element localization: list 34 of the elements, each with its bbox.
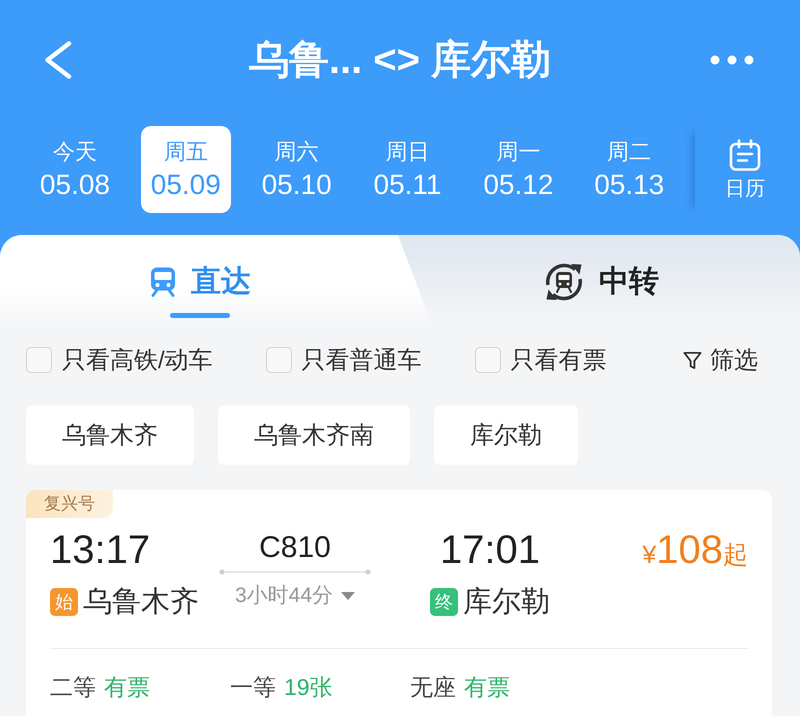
caret-icon (341, 592, 356, 600)
funnel-icon (683, 350, 702, 370)
more-icon[interactable] (710, 55, 754, 65)
departure-time: 13:17 (50, 528, 152, 572)
seat-class: 一等 (230, 673, 276, 701)
train-type-label: 复兴号 (26, 490, 113, 518)
seat-availability: 有票 (104, 673, 150, 701)
station-chip[interactable]: 库尔勒 (434, 405, 578, 465)
filter-button[interactable]: 筛选 (683, 344, 758, 376)
filter-option[interactable]: 只看有票 (474, 344, 607, 376)
departure-station: 乌鲁木齐 (83, 586, 199, 618)
calendar-icon (729, 138, 762, 170)
arrival-time: 17:01 (440, 528, 540, 572)
end-tag: 终 (430, 588, 458, 616)
filter-option[interactable]: 只看普通车 (266, 344, 422, 376)
price-text: ¥108起 (642, 528, 748, 574)
seat-availability: 有票 (464, 673, 510, 701)
filter-option[interactable]: 只看高铁/动车 (26, 344, 213, 376)
seat-class: 无座 (410, 673, 456, 701)
train-icon (149, 267, 177, 297)
train-number: C810 (259, 531, 331, 565)
station-chip[interactable]: 乌鲁木齐南 (218, 405, 410, 465)
seat-class: 二等 (50, 673, 96, 701)
start-tag: 始 (50, 588, 78, 616)
back-icon[interactable] (44, 41, 72, 79)
checkbox[interactable] (474, 347, 501, 373)
transfer-icon (543, 261, 585, 303)
checkbox[interactable] (26, 347, 52, 373)
seat-availability: 19张 (284, 673, 333, 701)
checkbox[interactable] (266, 347, 292, 373)
arrival-station: 库尔勒 (463, 586, 550, 618)
route-title: 乌鲁... <> 库尔勒 (248, 37, 552, 84)
station-chip[interactable]: 乌鲁木齐 (26, 405, 194, 465)
train-card[interactable]: 复兴号 13:17 始 乌鲁木齐 C810 3小时44分 17:01 终 库尔勒 ¥108起 二等 有票 一等 19张 无座 有票 (26, 490, 772, 716)
